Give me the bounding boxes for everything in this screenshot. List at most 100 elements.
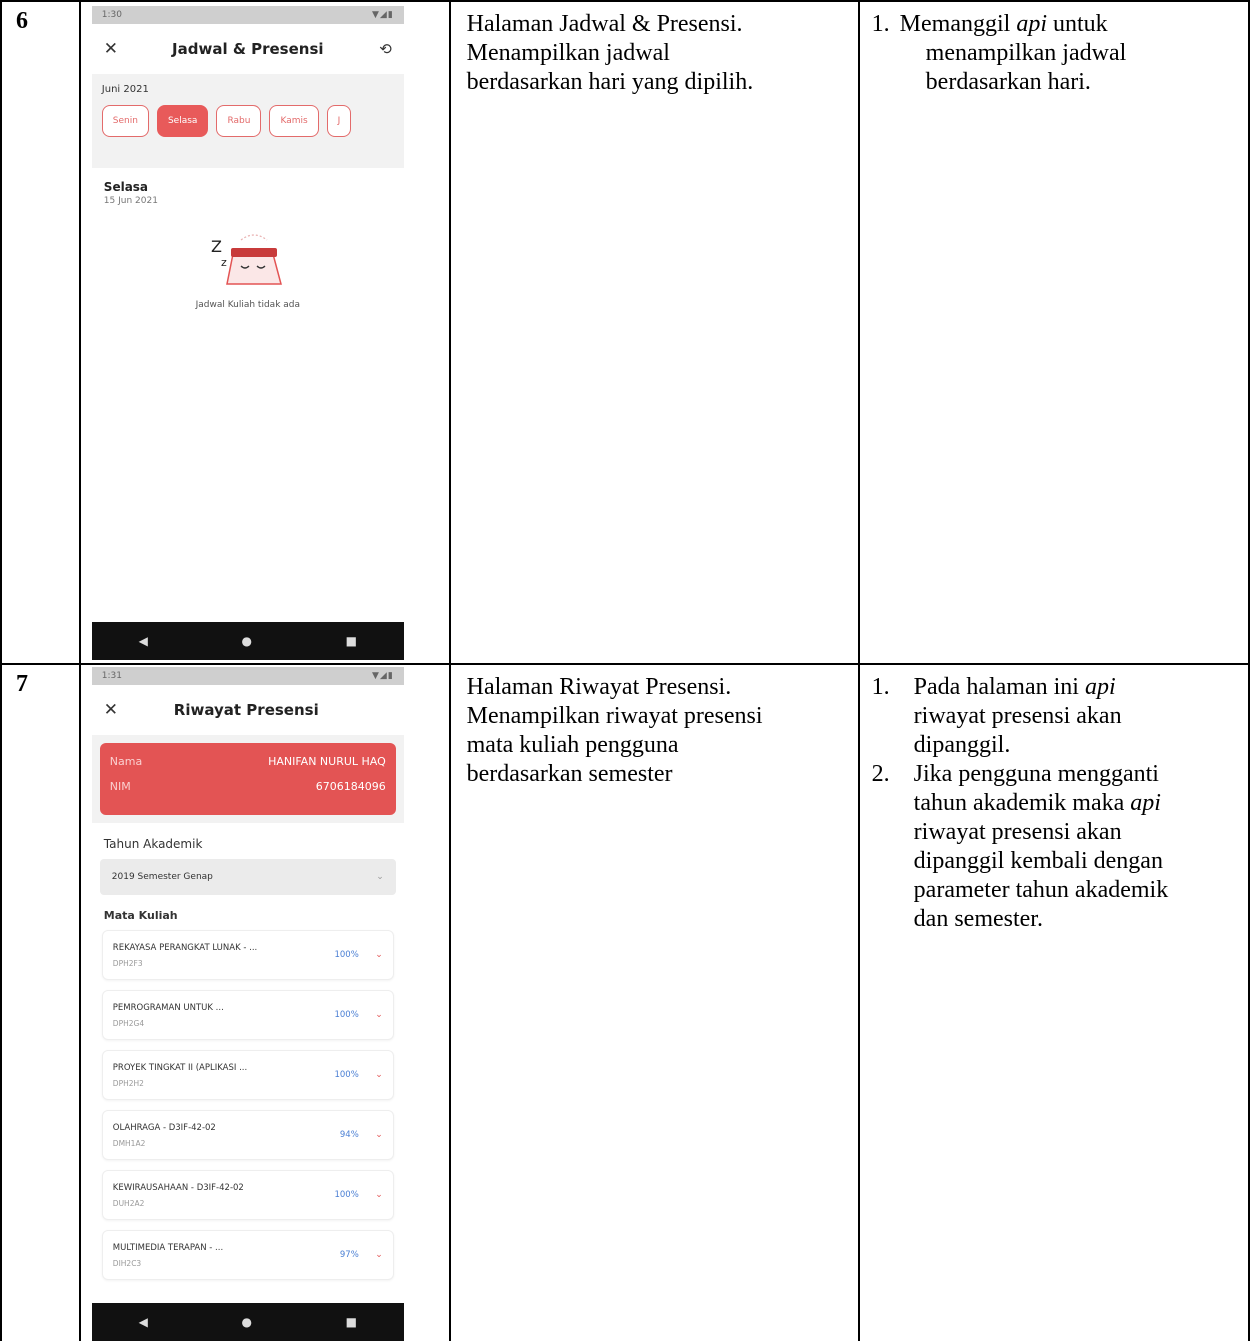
course-card[interactable]: REKAYASA PERANGKAT LUNAK - ... DPH2F3 100%…: [101, 930, 394, 980]
day-chip[interactable]: Selasa: [156, 105, 209, 137]
nama-label: Nama: [109, 755, 143, 768]
day-selector: Juni 2021 Senin Selasa Rabu Kamis J: [91, 74, 404, 168]
android-nav-bar: ◀ ● ■: [91, 622, 404, 660]
course-info: OLAHRAGA - D3IF-42-02 DMH1A2: [113, 1123, 315, 1148]
course-name: PROYEK TINGKAT II (APLIKASI ...: [112, 1062, 248, 1073]
note-item: 1. Memanggil api untuk menampilkan jadwal b…: [872, 10, 1238, 97]
note-text: Memanggil api untuk menampilkan jadwal ber…: [900, 10, 1238, 97]
empty-state: Z z Jadwal Kuliah tidak ada: [92, 222, 404, 310]
document-table: 6 1:30 ▼◢▮ ✕ Jadwal & Presensi ⟲ Juni 20…: [0, 0, 1250, 1341]
home-icon[interactable]: ●: [241, 1315, 251, 1329]
description-line: Menampilkan riwayat presensi: [466, 703, 763, 729]
course-card[interactable]: KEWIRAUSAHAAN - D3IF-42-02 DUH2A2 100% ⌄: [101, 1170, 394, 1220]
course-card[interactable]: OLAHRAGA - D3IF-42-02 DMH1A2 94% ⌄: [101, 1110, 394, 1160]
course-card[interactable]: PROYEK TINGKAT II (APLIKASI ... DPH2H2 100…: [101, 1050, 394, 1100]
student-info-card: Nama HANIFAN NURUL HAQ NIM 6706184096: [99, 743, 396, 815]
chevron-down-icon: ⌄: [376, 872, 384, 882]
note-line: riwayat presensi akan: [913, 703, 1122, 729]
table-row-7: 7 1:31 ▼◢▮ ✕ Riwayat Presensi Nama HANIF…: [0, 663, 1250, 1341]
day-chip[interactable]: Rabu: [216, 105, 262, 137]
android-nav-bar: ◀ ● ■: [91, 1303, 404, 1341]
description-line: Menampilkan jadwal: [466, 40, 670, 66]
description-line: berdasarkan semester: [466, 761, 673, 787]
status-icons: ▼◢▮: [372, 10, 394, 20]
student-info-section: Nama HANIFAN NURUL HAQ NIM 6706184096: [91, 735, 404, 823]
page-title: Jadwal & Presensi: [172, 40, 324, 58]
course-code: DPH2F3: [112, 958, 143, 968]
screenshot-cell: 1:30 ▼◢▮ ✕ Jadwal & Presensi ⟲ Juni 2021…: [78, 0, 451, 665]
chevron-down-icon[interactable]: ⌄: [359, 1070, 383, 1080]
attendance-percent: 94%: [339, 1130, 359, 1140]
status-time: 1:30: [101, 10, 123, 20]
course-name: OLAHRAGA - D3IF-42-02: [112, 1122, 216, 1133]
course-info: MULTIMEDIA TERAPAN - ... DIH2C3: [113, 1243, 315, 1268]
note-line: Jika pengguna mengganti: [913, 761, 1159, 787]
status-icons: ▼◢▮: [372, 671, 394, 681]
sleeping-illustration-icon: Z z: [211, 234, 282, 285]
course-code: DPH2G4: [112, 1018, 145, 1028]
nama-value: HANIFAN NURUL HAQ: [268, 755, 386, 768]
history-icon[interactable]: ⟲: [362, 40, 392, 58]
status-bar: 1:30 ▼◢▮: [91, 6, 404, 24]
note-item: 1. Pada halaman ini api riwayat presensi a…: [872, 673, 1238, 760]
back-icon[interactable]: ◀: [139, 634, 148, 648]
note-text: Pada halaman ini api riwayat presensi aka…: [914, 673, 1238, 760]
note-line: Memanggil api untuk: [899, 11, 1108, 37]
home-icon[interactable]: ●: [241, 634, 251, 648]
note-number: 1.: [871, 674, 890, 700]
tahun-akademik-label: Tahun Akademik: [103, 837, 203, 851]
row-number: 6: [0, 0, 81, 665]
course-name: PEMROGRAMAN UNTUK ...: [112, 1002, 224, 1013]
attendance-percent: 100%: [334, 1070, 359, 1080]
attendance-percent: 100%: [334, 950, 359, 960]
app-bar: ✕ Riwayat Presensi: [92, 685, 404, 735]
app-bar: ✕ Jadwal & Presensi ⟲: [92, 24, 404, 74]
screenshot-cell: 1:31 ▼◢▮ ✕ Riwayat Presensi Nama HANIFAN…: [78, 663, 451, 1341]
notes-cell: 1. Memanggil api untuk menampilkan jadwal b…: [857, 0, 1250, 665]
chevron-down-icon[interactable]: ⌄: [359, 1250, 383, 1260]
description-cell: Halaman Riwayat Presensi. Menampilkan ri…: [448, 663, 860, 1341]
notes-cell: 1. Pada halaman ini api riwayat presensi a…: [857, 663, 1250, 1341]
note-item: 2. Jika pengguna mengganti tahun akademik …: [872, 760, 1238, 934]
chevron-down-icon[interactable]: ⌄: [359, 1010, 383, 1020]
attendance-percent: 100%: [334, 1010, 359, 1020]
description-cell: Halaman Jadwal & Presensi. Menampilkan j…: [448, 0, 860, 665]
phone-screenshot-riwayat: 1:31 ▼◢▮ ✕ Riwayat Presensi Nama HANIFAN…: [91, 667, 404, 1341]
course-card[interactable]: PEMROGRAMAN UNTUK ... DPH2G4 100% ⌄: [101, 990, 394, 1040]
day-chip[interactable]: J: [326, 105, 352, 137]
close-icon[interactable]: ✕: [104, 39, 134, 59]
svg-text:z: z: [221, 256, 227, 269]
nim-value: 6706184096: [315, 780, 386, 793]
row-number: 7: [0, 663, 81, 1341]
note-line: dipanggil.: [913, 732, 1011, 758]
chevron-down-icon[interactable]: ⌄: [359, 1190, 383, 1200]
course-info: KEWIRAUSAHAAN - D3IF-42-02 DUH2A2: [113, 1183, 315, 1208]
course-card[interactable]: MULTIMEDIA TERAPAN - ... DIH2C3 97% ⌄: [101, 1230, 394, 1280]
page-title: Riwayat Presensi: [173, 701, 319, 719]
recents-icon[interactable]: ■: [346, 1315, 357, 1329]
selected-day: Selasa 15 Jun 2021: [92, 168, 404, 206]
description-line: berdasarkan hari yang dipilih.: [466, 69, 754, 95]
chevron-down-icon[interactable]: ⌄: [359, 950, 383, 960]
day-chip[interactable]: Senin: [101, 105, 149, 137]
note-line: dan semester.: [913, 906, 1043, 932]
tahun-akademik-select[interactable]: 2019 Semester Genap ⌄: [99, 859, 396, 895]
nim-label: NIM: [109, 780, 131, 793]
note-line: riwayat presensi akan: [913, 819, 1122, 845]
course-name: MULTIMEDIA TERAPAN - ...: [112, 1242, 224, 1253]
status-time: 1:31: [101, 671, 123, 681]
selected-day-date: 15 Jun 2021: [103, 196, 158, 206]
svg-text:Z: Z: [211, 237, 222, 256]
day-chip[interactable]: Kamis: [269, 105, 319, 137]
course-code: DPH2H2: [112, 1078, 144, 1088]
note-text: Jika pengguna mengganti tahun akademik ma…: [914, 760, 1238, 934]
course-list: REKAYASA PERANGKAT LUNAK - ... DPH2F3 100%…: [92, 930, 404, 1280]
back-icon[interactable]: ◀: [139, 1315, 148, 1329]
empty-message: Jadwal Kuliah tidak ada: [195, 300, 301, 310]
chevron-down-icon[interactable]: ⌄: [359, 1130, 383, 1140]
note-line: tahun akademik maka api: [913, 790, 1161, 816]
close-icon[interactable]: ✕: [104, 700, 134, 720]
course-info: REKAYASA PERANGKAT LUNAK - ... DPH2F3: [113, 943, 315, 968]
recents-icon[interactable]: ■: [346, 634, 357, 648]
status-bar: 1:31 ▼◢▮: [91, 667, 404, 685]
